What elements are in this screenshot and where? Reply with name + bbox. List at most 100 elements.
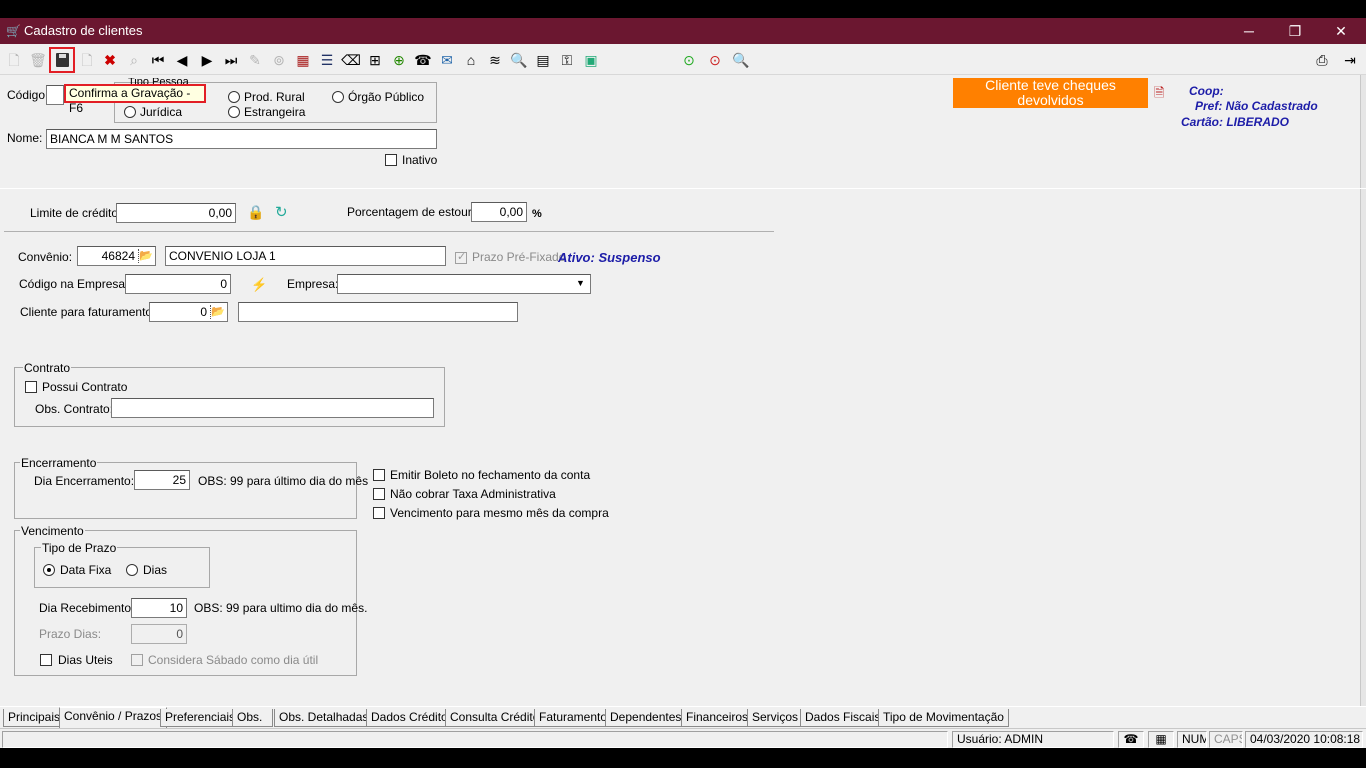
convenio-name-input[interactable]: CONVENIO LOJA 1 [165,246,446,266]
radio-estrangeira[interactable] [228,106,240,118]
dia-encerramento-input[interactable]: 25 [134,470,190,490]
tab-tipo-movimentacao[interactable]: Tipo de Movimentação [878,709,1009,727]
tab-obs-detalhadas[interactable]: Obs. Detalhadas [274,709,374,727]
nao-cobrar-taxa-label: Não cobrar Taxa Administrativa [390,487,556,501]
cancel-icon[interactable]: ✖ [100,50,120,70]
envelope-icon[interactable]: ✉ [437,50,457,70]
radio-data-fixa[interactable] [43,564,55,576]
codigo-label: Código: [7,88,49,102]
status-user: Usuário: ADMIN [952,731,1114,748]
tab-principais[interactable]: Principais [3,709,66,727]
grid-icon[interactable]: ▤ [533,50,553,70]
radio-juridica[interactable] [124,106,136,118]
cart-icon: 🛒 [6,24,21,38]
emitir-boleto-checkbox[interactable] [373,469,385,481]
add-doc-icon[interactable]: ⊕ [389,50,409,70]
cash-icon[interactable]: ≋ [485,50,505,70]
binoculars-icon[interactable]: ⊚ [269,50,289,70]
codigo-input[interactable] [46,85,64,105]
doc-search-icon[interactable]: 🔍 [509,50,529,70]
possui-contrato-checkbox[interactable] [25,381,37,393]
exit-icon[interactable]: ⇥ [1340,50,1360,70]
dia-recebimento-obs: OBS: 99 para ultimo dia do mês. [194,601,368,615]
contrato-group [14,367,445,427]
tab-dados-fiscais[interactable]: Dados Fiscais [800,709,886,727]
obs-contrato-input[interactable] [111,398,434,418]
radio-prod-rural[interactable] [228,91,240,103]
prazo-dias-input[interactable]: 0 [131,624,187,644]
radio-orgao-publico[interactable] [332,91,344,103]
limite-label: Limite de crédito: [30,206,122,220]
document-icon[interactable]: 🗎 [1154,84,1164,106]
minimize-button[interactable]: ─ [1226,18,1272,44]
coop-label: Coop: [1189,84,1224,98]
considera-sabado-checkbox[interactable] [131,654,143,666]
last-icon[interactable]: ⏭ [221,50,241,70]
red-circle-icon[interactable]: ⊙ [705,50,725,70]
status-num: NUM [1177,731,1207,748]
chevron-down-icon[interactable]: ▼ [576,278,585,288]
nome-input[interactable]: BIANCA M M SANTOS [46,129,437,149]
key-icon[interactable]: ⚿ [557,50,577,70]
title-bar: 🛒 Cadastro de clientes ─ ❐ ✕ [0,0,1366,44]
phone-icon[interactable]: ☎ [413,50,433,70]
codigo-empresa-input[interactable]: 0 [125,274,231,294]
money-icon[interactable]: ▣ [581,50,601,70]
lock-icon[interactable]: 🔒 [247,204,264,221]
save-button[interactable] [49,47,75,73]
convenio-prazos-panel: Limite de crédito: 0,00 🔒 ↻ Porcentagem … [0,188,1366,706]
inbox-icon[interactable]: ⌂ [461,50,481,70]
empresa-select[interactable] [337,274,591,294]
blank-doc-icon[interactable]: 🗋 [77,50,97,70]
tab-obs[interactable]: Obs. [232,709,273,727]
prazo-prefixado-checkbox[interactable] [455,250,467,264]
pref-status: Pref: Não Cadastrado [1195,99,1318,113]
radio-juridica-label: Jurídica [140,105,183,119]
edit-list-icon[interactable]: ☰ [317,50,337,70]
tab-dependentes[interactable]: Dependentes [605,709,687,727]
network-icon[interactable]: ⊞ [365,50,385,70]
tab-convenio-prazos[interactable]: Convênio / Prazos [59,707,168,729]
green-circle-icon[interactable]: ⊙ [679,50,699,70]
delete-icon[interactable]: 🗑 [28,50,48,70]
phone-status-icon: ☎ [1118,731,1144,748]
vencimento-mesmo-mes-checkbox[interactable] [373,507,385,519]
tab-financeiros[interactable]: Financeiros [681,709,754,727]
nome-label: Nome: [7,131,43,145]
possui-contrato-label: Possui Contrato [42,380,128,394]
eraser-icon[interactable]: ⌫ [341,50,361,70]
tab-servicos[interactable]: Serviços [747,709,804,727]
restore-button[interactable]: ❐ [1272,18,1318,44]
magnifier-icon[interactable]: 🔍 [731,50,751,70]
refresh-icon[interactable]: ↻ [275,203,288,221]
dias-uteis-checkbox[interactable] [40,654,52,666]
nao-cobrar-taxa-checkbox[interactable] [373,488,385,500]
tab-consulta-credito[interactable]: Consulta Crédito [445,709,545,727]
dia-recebimento-input[interactable]: 10 [131,598,187,618]
tab-dados-credito[interactable]: Dados Crédito [366,709,453,727]
prev-icon[interactable]: ◀ [172,50,192,70]
next-icon[interactable]: ▶ [197,50,217,70]
radio-estrangeira-label: Estrangeira [244,105,306,119]
inativo-checkbox[interactable] [385,154,397,166]
calendar-icon[interactable]: ▦ [293,50,313,70]
new-icon[interactable]: 🗋 [4,50,24,70]
estouro-input[interactable]: 0,00 [471,202,527,222]
radio-dias[interactable] [126,564,138,576]
tab-faturamento[interactable]: Faturamento [534,709,613,727]
lightning-icon[interactable]: ⚡ [251,277,267,293]
faturamento-name-input[interactable] [238,302,518,322]
pen-icon[interactable]: ✎ [245,50,265,70]
tab-preferenciais[interactable]: Preferenciais [160,709,241,727]
faturamento-lookup-icon[interactable]: 📂 [210,305,225,319]
limite-input[interactable]: 0,00 [116,203,236,223]
printer-icon[interactable]: ⎙ [1312,50,1332,70]
search-icon[interactable]: ⌕ [124,50,144,70]
codigo-empresa-label: Código na Empresa: [19,277,129,291]
first-icon[interactable]: ⏮ [148,50,168,70]
close-button[interactable]: ✕ [1318,18,1364,44]
considera-sabado-label: Considera Sábado como dia útil [148,653,319,667]
convenio-lookup-icon[interactable]: 📂 [138,249,153,263]
status-message [2,731,948,748]
save-icon [56,53,69,67]
